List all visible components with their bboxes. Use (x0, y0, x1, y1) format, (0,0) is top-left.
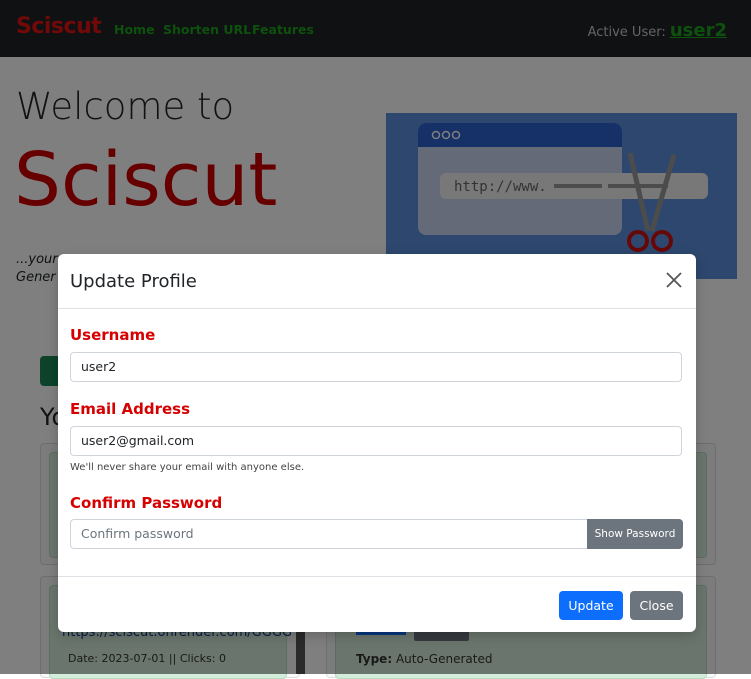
email-input[interactable]: user2@gmail.com (70, 426, 682, 456)
username-input[interactable]: user2 (70, 352, 682, 382)
show-password-button[interactable]: Show Password (587, 519, 683, 549)
username-label: Username (70, 326, 156, 344)
confirm-password-input[interactable]: Confirm password (70, 519, 588, 549)
close-button[interactable]: Close (630, 591, 683, 620)
confirm-password-label: Confirm Password (70, 494, 223, 512)
modal-header: Update Profile (58, 254, 696, 309)
update-profile-modal: Update Profile Username user2 Email Addr… (58, 254, 696, 632)
modal-footer: Update Close (58, 576, 696, 632)
email-help-text: We'll never share your email with anyone… (70, 462, 305, 473)
update-button[interactable]: Update (559, 591, 623, 620)
close-icon[interactable] (662, 268, 686, 292)
email-label: Email Address (70, 400, 191, 418)
modal-title: Update Profile (70, 271, 197, 292)
